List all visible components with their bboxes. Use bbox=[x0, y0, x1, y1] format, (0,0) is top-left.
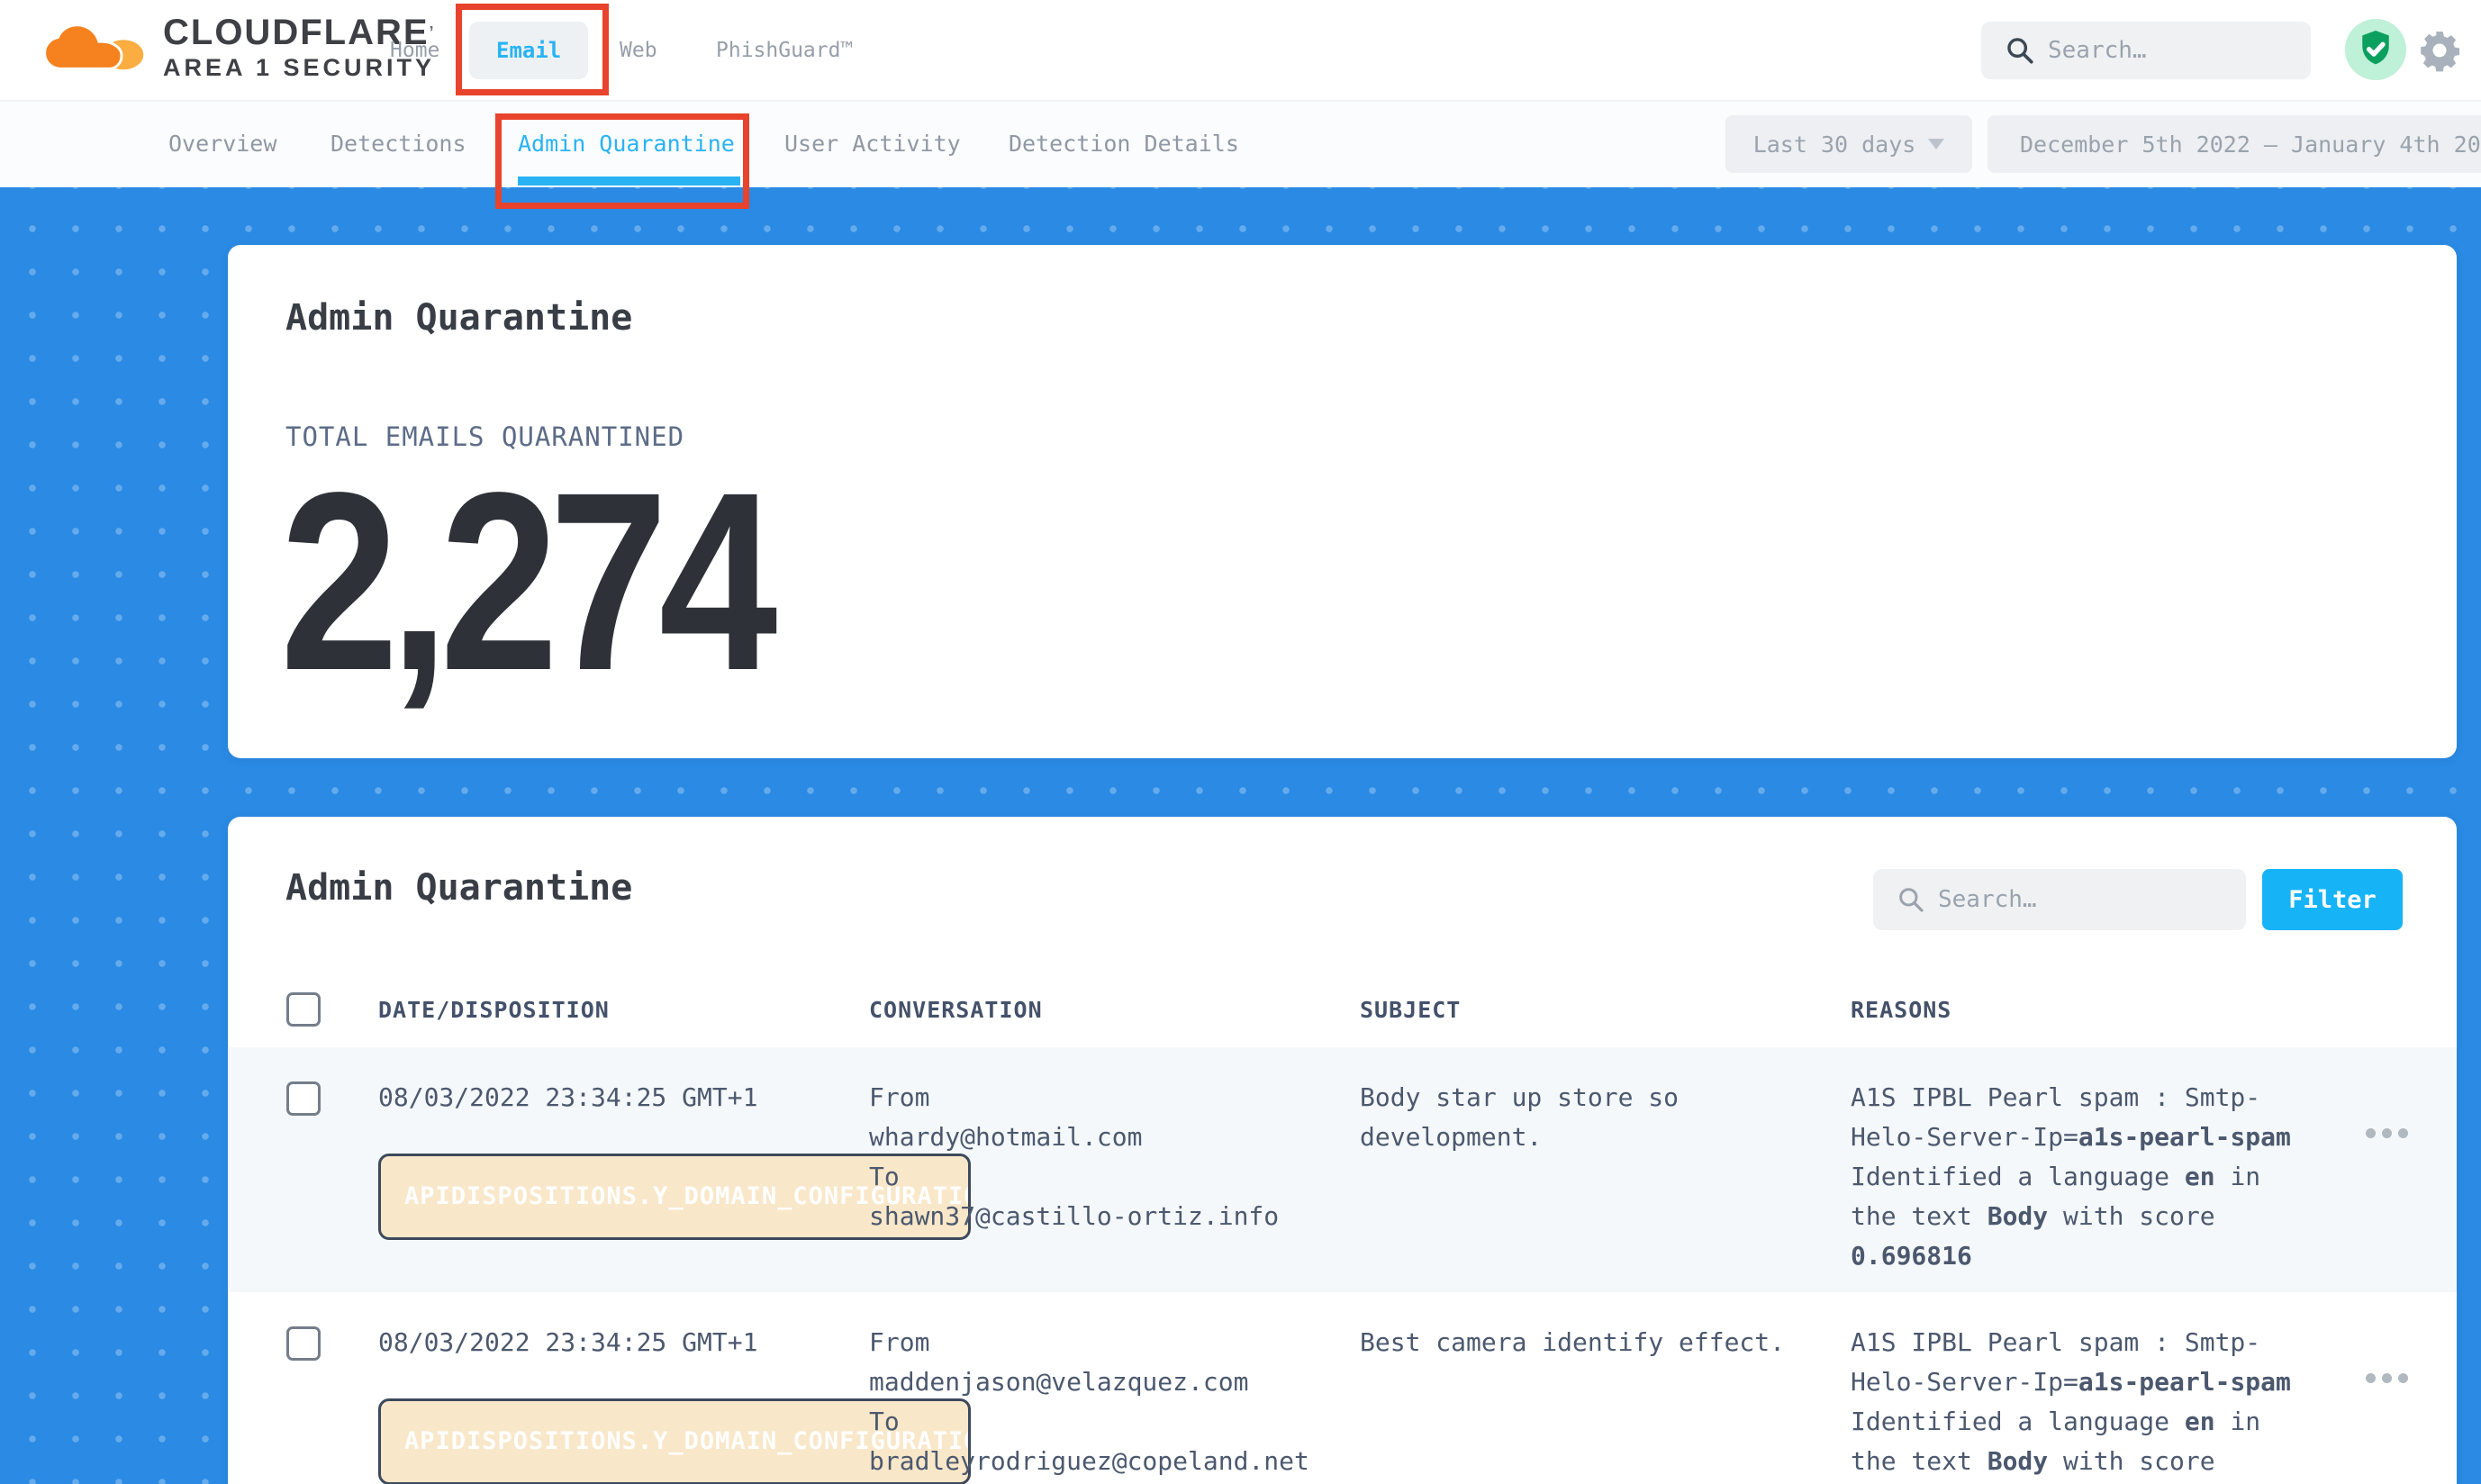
date-cell: 08/03/2022 23:34:25 GMT+1 bbox=[378, 1323, 869, 1362]
to-address: shawn37@castillo-ortiz.info bbox=[869, 1197, 1360, 1236]
date-range-label: December 5th 2022 — January 4th 2023 bbox=[2020, 131, 2481, 158]
table-card-title: Admin Quarantine bbox=[285, 867, 632, 909]
table-header-row: DATE/DISPOSITION CONVERSATION SUBJECT RE… bbox=[228, 972, 2457, 1047]
tab-detection-details[interactable]: Detection Details bbox=[1009, 102, 1239, 186]
ellipsis-icon bbox=[2366, 1373, 2376, 1383]
total-quarantined-value: 2,274 bbox=[280, 448, 768, 715]
shield-check-icon bbox=[2345, 19, 2406, 80]
reasons-cell: A1S IPBL Pearl spam : Smtp-Helo-Server-I… bbox=[1851, 1078, 2319, 1276]
to-address: bradleyrodriguez@copeland.net bbox=[869, 1442, 1360, 1481]
column-header-conversation: CONVERSATION bbox=[869, 997, 1360, 1023]
cloudflare-cloud-icon bbox=[41, 18, 147, 77]
filter-button[interactable]: Filter bbox=[2262, 869, 2403, 930]
table-search-input[interactable] bbox=[1938, 886, 2246, 913]
from-address: whardy@hotmail.com bbox=[869, 1118, 1360, 1157]
subject-cell: Body star up store so development. bbox=[1360, 1078, 1851, 1157]
reasons-cell: A1S IPBL Pearl spam : Smtp-Helo-Server-I… bbox=[1851, 1323, 2319, 1484]
date-range-picker[interactable]: December 5th 2022 — January 4th 2023 bbox=[1988, 115, 2481, 173]
row-menu-button[interactable] bbox=[2360, 1123, 2457, 1144]
nav-item-phishguard[interactable]: PhishGuard™ bbox=[716, 0, 853, 102]
search-icon bbox=[2005, 35, 2035, 66]
quarantine-table: DATE/DISPOSITION CONVERSATION SUBJECT RE… bbox=[228, 972, 2457, 1484]
date-preset-label: Last 30 days bbox=[1753, 131, 1916, 158]
ellipsis-icon bbox=[2366, 1128, 2376, 1138]
nav-item-home[interactable]: Home bbox=[390, 0, 439, 102]
from-label: From bbox=[869, 1078, 1360, 1118]
nav-item-web[interactable]: Web bbox=[620, 0, 657, 102]
conversation-cell: From maddenjason@velazquez.com To bradle… bbox=[869, 1323, 1360, 1481]
row-date: 08/03/2022 23:34:25 GMT+1 bbox=[378, 1082, 757, 1112]
settings-button[interactable] bbox=[2417, 28, 2462, 73]
column-header-subject: SUBJECT bbox=[1360, 997, 1851, 1023]
tab-overview[interactable]: Overview bbox=[168, 102, 276, 186]
tab-detections[interactable]: Detections bbox=[330, 102, 466, 186]
row-checkbox[interactable] bbox=[286, 1081, 321, 1116]
date-preset-dropdown[interactable]: Last 30 days bbox=[1725, 115, 1972, 173]
row-date: 08/03/2022 23:34:25 GMT+1 bbox=[378, 1327, 757, 1357]
cloudflare-logo[interactable]: CLOUDFLARE’ AREA 1 SECURITY bbox=[41, 13, 436, 83]
to-label: To bbox=[869, 1402, 1360, 1442]
quarantine-summary-card: Admin Quarantine TOTAL EMAILS QUARANTINE… bbox=[228, 245, 2457, 758]
row-checkbox[interactable] bbox=[286, 1326, 321, 1361]
search-icon bbox=[1897, 885, 1925, 914]
select-all-checkbox[interactable] bbox=[286, 992, 321, 1027]
tab-admin-quarantine[interactable]: Admin Quarantine bbox=[518, 102, 735, 186]
table-row[interactable]: 08/03/2022 23:34:25 GMT+1 From whardy@ho… bbox=[228, 1047, 2457, 1292]
date-cell: 08/03/2022 23:34:25 GMT+1 bbox=[378, 1078, 869, 1118]
quarantine-table-card: Admin Quarantine Filter DATE/DISPOSITION… bbox=[228, 817, 2457, 1484]
conversation-cell: From whardy@hotmail.com To shawn37@casti… bbox=[869, 1078, 1360, 1236]
from-address: maddenjason@velazquez.com bbox=[869, 1362, 1360, 1402]
summary-card-title: Admin Quarantine bbox=[285, 297, 632, 339]
column-header-date: DATE/DISPOSITION bbox=[378, 997, 869, 1023]
tab-user-activity[interactable]: User Activity bbox=[784, 102, 961, 186]
email-subnav: Overview Detections Admin Quarantine Use… bbox=[0, 102, 2481, 187]
table-row[interactable]: 08/03/2022 23:34:25 GMT+1 From maddenjas… bbox=[228, 1292, 2457, 1484]
subject-cell: Best camera identify effect. bbox=[1360, 1323, 1851, 1362]
to-label: To bbox=[869, 1157, 1360, 1197]
table-search bbox=[1873, 869, 2246, 930]
global-search-input[interactable] bbox=[2048, 37, 2311, 64]
from-label: From bbox=[869, 1323, 1360, 1362]
row-menu-button[interactable] bbox=[2360, 1368, 2457, 1389]
app-header: CLOUDFLARE’ AREA 1 SECURITY Home Email W… bbox=[0, 0, 2481, 102]
caret-down-icon bbox=[1928, 139, 1944, 149]
global-search bbox=[1981, 22, 2311, 79]
protection-status-button[interactable] bbox=[2345, 19, 2406, 80]
column-header-reasons: REASONS bbox=[1851, 997, 2319, 1023]
gear-icon bbox=[2417, 28, 2462, 73]
nav-item-email[interactable]: Email bbox=[469, 22, 588, 79]
